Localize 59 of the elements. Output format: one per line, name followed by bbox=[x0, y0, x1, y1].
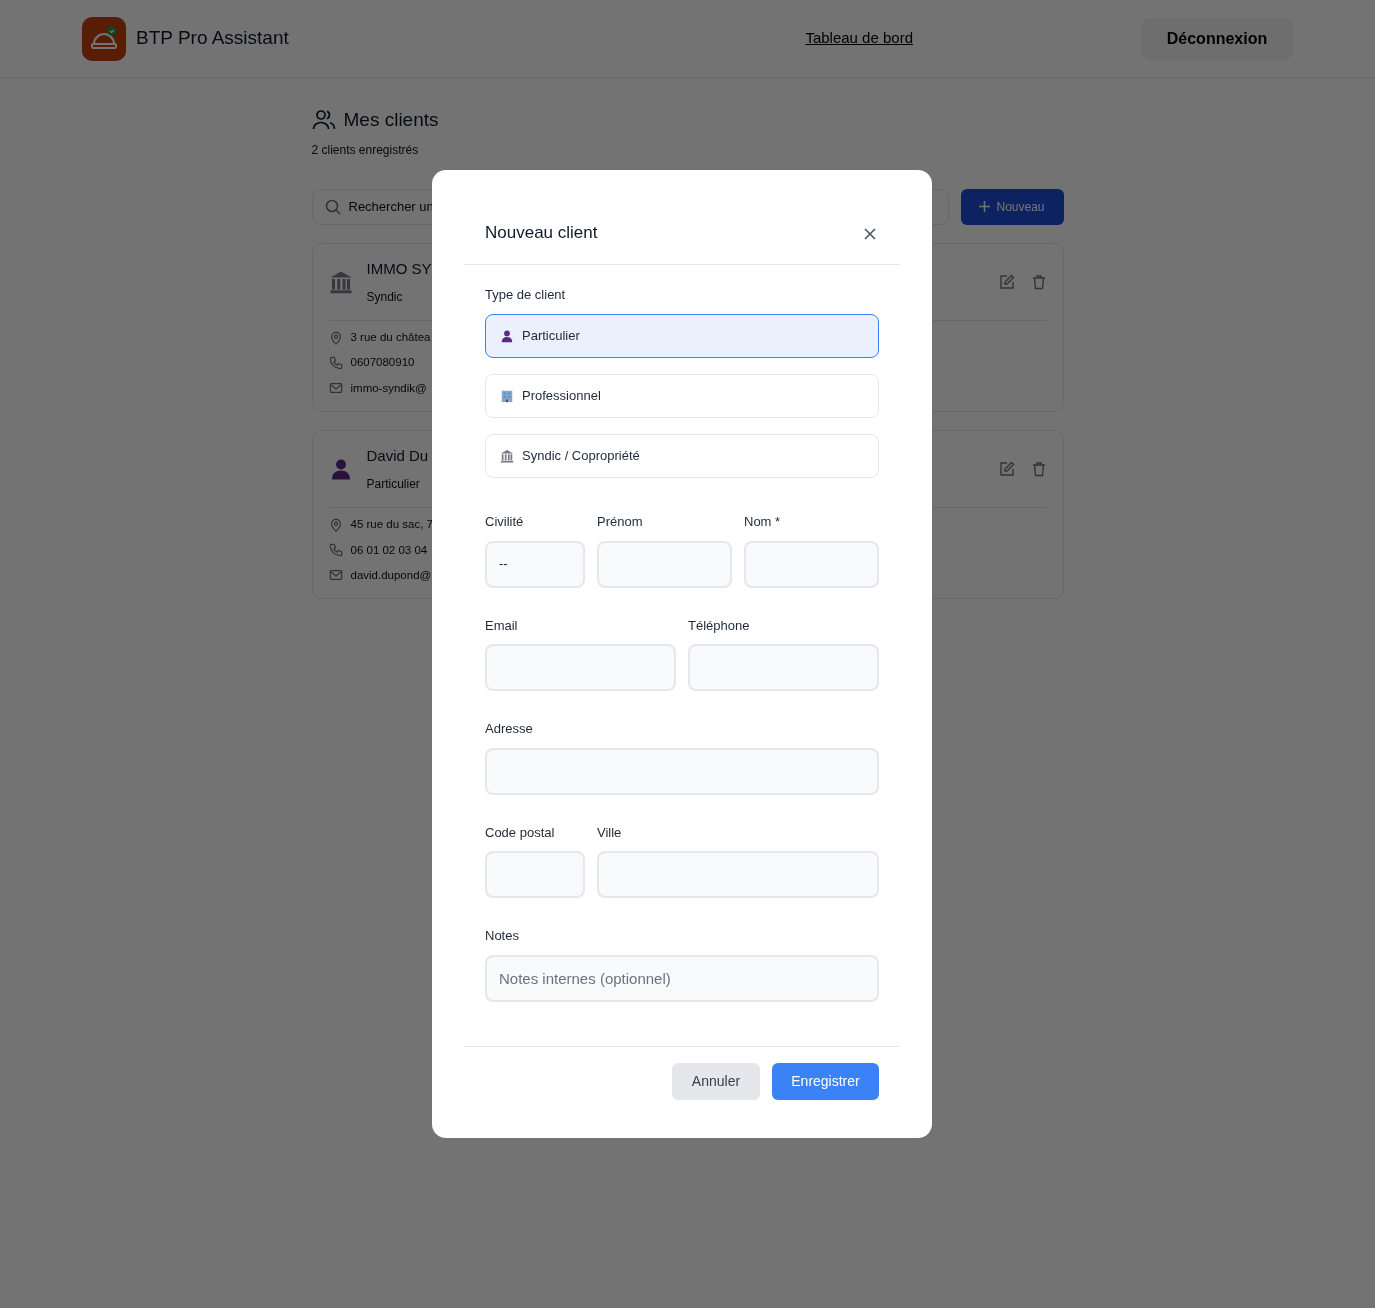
field-label: Nom * bbox=[744, 513, 782, 531]
page-title: Mes clients bbox=[343, 108, 439, 132]
person-icon bbox=[500, 329, 514, 343]
phone-icon bbox=[328, 543, 343, 558]
field-label: Civilité bbox=[485, 513, 525, 531]
logout-button[interactable]: Déconnexion bbox=[1141, 17, 1293, 60]
field-label: Email bbox=[485, 616, 519, 635]
phone-icon bbox=[328, 355, 343, 370]
plus-icon bbox=[979, 201, 991, 212]
field-label: Ville bbox=[597, 823, 623, 842]
app-title: BTP Pro Assistant bbox=[136, 26, 289, 51]
field-label: Notes bbox=[485, 927, 520, 945]
input-field[interactable] bbox=[485, 644, 676, 691]
trash-icon[interactable] bbox=[1030, 273, 1047, 290]
columns-icon bbox=[328, 269, 353, 294]
client-address: 3 rue du châtea bbox=[350, 330, 431, 345]
client-email: david.dupond@ bbox=[350, 567, 432, 583]
field-label: Adresse bbox=[485, 720, 534, 738]
client-type-option[interactable]: Particulier bbox=[485, 314, 879, 358]
search-icon bbox=[324, 198, 341, 215]
trash-icon[interactable] bbox=[1030, 461, 1047, 477]
input-field[interactable] bbox=[744, 540, 879, 588]
client-type-option[interactable]: Professionnel bbox=[485, 374, 879, 418]
input-field[interactable] bbox=[597, 851, 879, 898]
cancel-button[interactable]: Annuler bbox=[672, 1062, 760, 1100]
input-field[interactable] bbox=[485, 851, 585, 898]
mail-icon bbox=[328, 568, 343, 583]
client-type: Particulier bbox=[366, 476, 421, 494]
client-type: Syndic bbox=[366, 289, 404, 306]
field-label: Téléphone bbox=[688, 616, 751, 635]
client-name: IMMO SY bbox=[366, 258, 432, 279]
hardhat-icon bbox=[89, 25, 119, 52]
close-icon[interactable] bbox=[863, 226, 877, 241]
field-label: Prénom bbox=[597, 513, 644, 531]
client-count: 2 clients enregistrés bbox=[311, 141, 420, 159]
client-type-option[interactable]: Syndic / Copropriété bbox=[485, 434, 879, 478]
client-email: immo-syndik@ bbox=[350, 380, 427, 396]
edit-icon[interactable] bbox=[998, 273, 1015, 290]
building-icon bbox=[500, 389, 514, 403]
client-name: David Du bbox=[366, 445, 429, 466]
location-pin-icon bbox=[328, 330, 343, 345]
field-label: Type de client bbox=[485, 285, 567, 304]
edit-icon[interactable] bbox=[998, 461, 1015, 477]
client-address: 45 rue du sac, 7 bbox=[350, 517, 433, 533]
civility-select[interactable]: -- bbox=[485, 540, 585, 588]
input-field[interactable] bbox=[485, 747, 879, 795]
location-pin-icon bbox=[328, 517, 343, 532]
mail-icon bbox=[328, 381, 343, 396]
input-field[interactable] bbox=[597, 540, 732, 588]
input-field[interactable]: Notes internes (optionnel) bbox=[485, 954, 879, 1002]
client-phone: 0607080910 bbox=[350, 355, 415, 371]
save-button[interactable]: Enregistrer bbox=[772, 1062, 879, 1100]
dashboard-link[interactable]: Tableau de bord bbox=[805, 27, 913, 50]
client-phone: 06 01 02 03 04 bbox=[350, 542, 428, 558]
dialog-title: Nouveau client bbox=[485, 222, 598, 244]
users-icon bbox=[311, 109, 336, 132]
columns-icon bbox=[500, 449, 514, 463]
field-label: Code postal bbox=[485, 823, 556, 842]
input-field[interactable] bbox=[688, 644, 879, 691]
